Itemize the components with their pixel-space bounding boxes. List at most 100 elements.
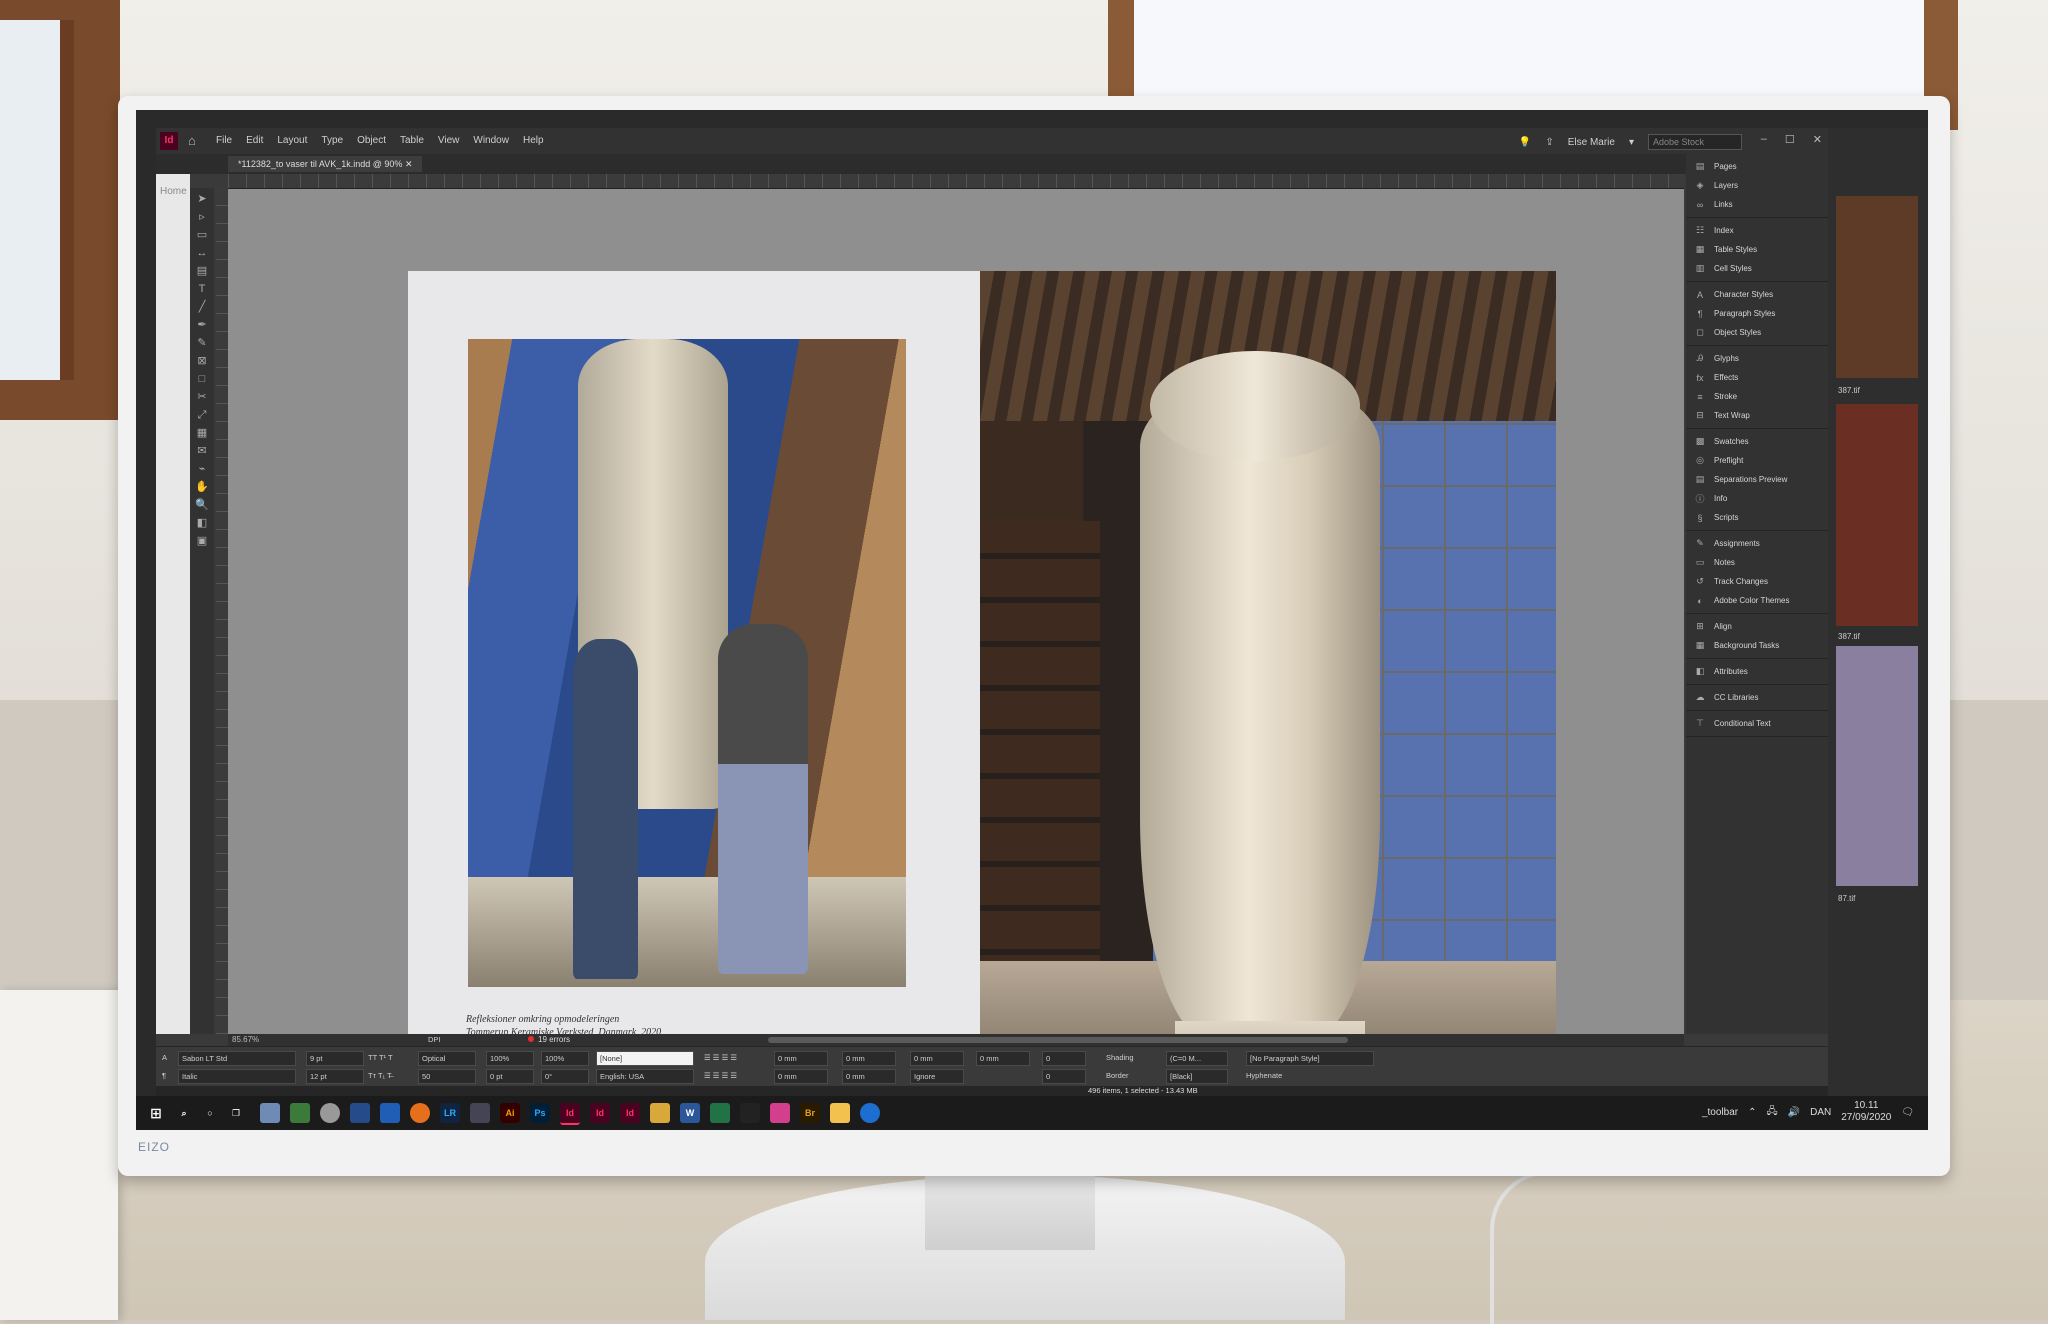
kerning-field[interactable]: Optical xyxy=(418,1051,476,1066)
font-style-field[interactable]: Italic xyxy=(178,1069,296,1084)
file-explorer-icon[interactable] xyxy=(830,1103,850,1123)
maximize-icon[interactable]: ☐ xyxy=(1785,133,1795,146)
eyedropper-tool-icon[interactable]: ⌁ xyxy=(194,462,210,476)
panel-item-assignments[interactable]: ✎ Assignments xyxy=(1686,534,1828,553)
align-left-icon[interactable]: ☰ ☰ ☰ ☰ xyxy=(704,1051,737,1064)
app-icon[interactable] xyxy=(470,1103,490,1123)
fill-stroke-icon[interactable]: ◧ xyxy=(194,516,210,530)
notebook-app-icon[interactable] xyxy=(380,1103,400,1123)
content-collector-icon[interactable]: ▤ xyxy=(194,264,210,278)
border-color-field[interactable]: [Black] xyxy=(1166,1069,1228,1084)
type-tool-icon[interactable]: T xyxy=(194,282,210,296)
horizontal-ruler[interactable] xyxy=(228,174,1684,189)
page-tool-icon[interactable]: ▭ xyxy=(194,228,210,242)
image-viewer-icon[interactable] xyxy=(290,1103,310,1123)
indesign-icon[interactable]: Id xyxy=(560,1103,580,1125)
photos-app-icon[interactable] xyxy=(260,1103,280,1123)
user-menu[interactable]: Else Marie xyxy=(1568,137,1615,148)
panel-item-links[interactable]: ∞ Links xyxy=(1686,195,1828,214)
panel-item-stroke[interactable]: ≡ Stroke xyxy=(1686,387,1828,406)
menu-file[interactable]: File xyxy=(216,135,232,146)
preflight-profile[interactable]: DPI xyxy=(428,1034,441,1046)
panel-item-paragraph-styles[interactable]: ¶ Paragraph Styles xyxy=(1686,304,1828,323)
font-family-field[interactable]: Sabon LT Std xyxy=(178,1051,296,1066)
horizontal-scale-field[interactable]: 100% xyxy=(541,1051,589,1066)
task-view-icon[interactable]: ❐ xyxy=(226,1103,246,1123)
panel-item-layers[interactable]: ◈ Layers xyxy=(1686,176,1828,195)
photo-workers-column[interactable] xyxy=(468,339,906,987)
last-line-indent-field[interactable]: 0 mm xyxy=(842,1069,896,1084)
note-tool-icon[interactable]: ✉ xyxy=(194,444,210,458)
teamviewer-icon[interactable] xyxy=(860,1103,880,1123)
network-icon[interactable]: 🖧 xyxy=(1767,1104,1778,1121)
menu-window[interactable]: Window xyxy=(473,135,509,146)
pencil-tool-icon[interactable]: ✎ xyxy=(194,336,210,350)
drop-cap-chars-field[interactable]: 0 xyxy=(1042,1069,1086,1084)
indesign-icon-3[interactable]: Id xyxy=(620,1103,640,1123)
folder-app-icon[interactable] xyxy=(650,1103,670,1123)
font-size-field[interactable]: 9 pt xyxy=(306,1051,364,1066)
menu-type[interactable]: Type xyxy=(321,135,343,146)
panel-item-index[interactable]: ☷ Index xyxy=(1686,221,1828,240)
panel-item-effects[interactable]: fx Effects xyxy=(1686,368,1828,387)
background-window[interactable]: 387.tif 387.tif 87.tif xyxy=(1828,128,1928,1096)
gradient-tool-icon[interactable]: ▦ xyxy=(194,426,210,440)
zoom-level[interactable]: 85.67% xyxy=(232,1034,259,1046)
character-mode-icon[interactable]: A xyxy=(162,1051,167,1064)
panel-item-glyphs[interactable]: Ꭿ Glyphs xyxy=(1686,349,1828,368)
paragraph-style-field[interactable]: [No Paragraph Style] xyxy=(1246,1051,1374,1066)
panel-item-conditional-text[interactable]: ⊤ Conditional Text xyxy=(1686,714,1828,733)
panel-item-cc-libraries[interactable]: ☁ CC Libraries xyxy=(1686,688,1828,707)
paragraph-mode-icon[interactable]: ¶ xyxy=(162,1069,166,1082)
clock[interactable]: 10.11 27/09/2020 xyxy=(1841,1100,1891,1124)
left-indent-field[interactable]: 0 mm xyxy=(774,1051,828,1066)
shading-color-field[interactable]: (C=0 M... xyxy=(1166,1051,1228,1066)
minimize-icon[interactable]: – xyxy=(1761,133,1767,146)
panel-item-text-wrap[interactable]: ⊟ Text Wrap xyxy=(1686,406,1828,425)
shading-checkbox[interactable]: Shading xyxy=(1106,1051,1134,1064)
close-icon[interactable]: ✕ xyxy=(1813,133,1822,146)
pasteboard[interactable]: Refleksioner omkring opmodeleringen Tomm… xyxy=(228,189,1684,1081)
excel-icon[interactable] xyxy=(710,1103,730,1123)
search-icon[interactable]: ⌕ xyxy=(174,1103,194,1123)
panel-item-background-tasks[interactable]: ▦ Background Tasks xyxy=(1686,636,1828,655)
page-left[interactable]: Refleksioner omkring opmodeleringen Tomm… xyxy=(408,271,980,1081)
document-tab[interactable]: *112382_to vaser til AVK_1k.indd @ 90% ✕ xyxy=(228,156,423,172)
first-line-indent-field[interactable]: 0 mm xyxy=(774,1069,828,1084)
windows-start-icon[interactable]: ⊞ xyxy=(146,1103,166,1123)
scroll-thumb[interactable] xyxy=(768,1037,1348,1043)
lightroom-icon[interactable]: LR xyxy=(440,1103,460,1123)
tab-close-icon[interactable]: ✕ xyxy=(405,159,413,169)
rectangle-frame-tool-icon[interactable]: ⊠ xyxy=(194,354,210,368)
scissors-tool-icon[interactable]: ✂ xyxy=(194,390,210,404)
volume-icon[interactable]: 🔊 xyxy=(1788,1107,1800,1118)
panel-item-scripts[interactable]: § Scripts xyxy=(1686,508,1828,527)
bg-thumbnail-3[interactable] xyxy=(1836,646,1918,886)
word-icon[interactable]: W xyxy=(680,1103,700,1123)
pen-tool-icon[interactable]: ✒ xyxy=(194,318,210,332)
all-caps-icon[interactable]: TT T¹ T xyxy=(368,1051,393,1064)
vertical-ruler[interactable] xyxy=(216,188,228,1034)
menu-table[interactable]: Table xyxy=(400,135,424,146)
chevron-down-icon[interactable]: ▾ xyxy=(1629,137,1634,148)
menu-object[interactable]: Object xyxy=(357,135,386,146)
stock-search-input[interactable]: Adobe Stock xyxy=(1648,134,1742,150)
creative-cloud-icon[interactable] xyxy=(770,1103,790,1123)
home-icon[interactable]: ⌂ xyxy=(188,133,196,148)
line-tool-icon[interactable]: ╱ xyxy=(194,300,210,314)
baseline-shift-field[interactable]: 0 pt xyxy=(486,1069,534,1084)
horizontal-scrollbar[interactable]: 85.67% DPI 19 errors xyxy=(228,1034,1684,1046)
toolbar-label[interactable]: _toolbar xyxy=(1702,1107,1738,1118)
illustrator-icon[interactable]: Ai xyxy=(500,1103,520,1123)
page-right[interactable] xyxy=(980,271,1556,1081)
panel-item-object-styles[interactable]: ◻ Object Styles xyxy=(1686,323,1828,342)
screen-mode-icon[interactable]: ▣ xyxy=(194,534,210,548)
panel-item-track-changes[interactable]: ↺ Track Changes xyxy=(1686,572,1828,591)
panel-item-swatches[interactable]: ▩ Swatches xyxy=(1686,432,1828,451)
language-field[interactable]: English: USA xyxy=(596,1069,694,1084)
panel-item-info[interactable]: ⓘ Info xyxy=(1686,489,1828,508)
menu-view[interactable]: View xyxy=(438,135,460,146)
direct-selection-tool-icon[interactable]: ▹ xyxy=(194,210,210,224)
indesign-icon-2[interactable]: Id xyxy=(590,1103,610,1123)
lightbulb-icon[interactable]: 💡 xyxy=(1519,137,1531,148)
